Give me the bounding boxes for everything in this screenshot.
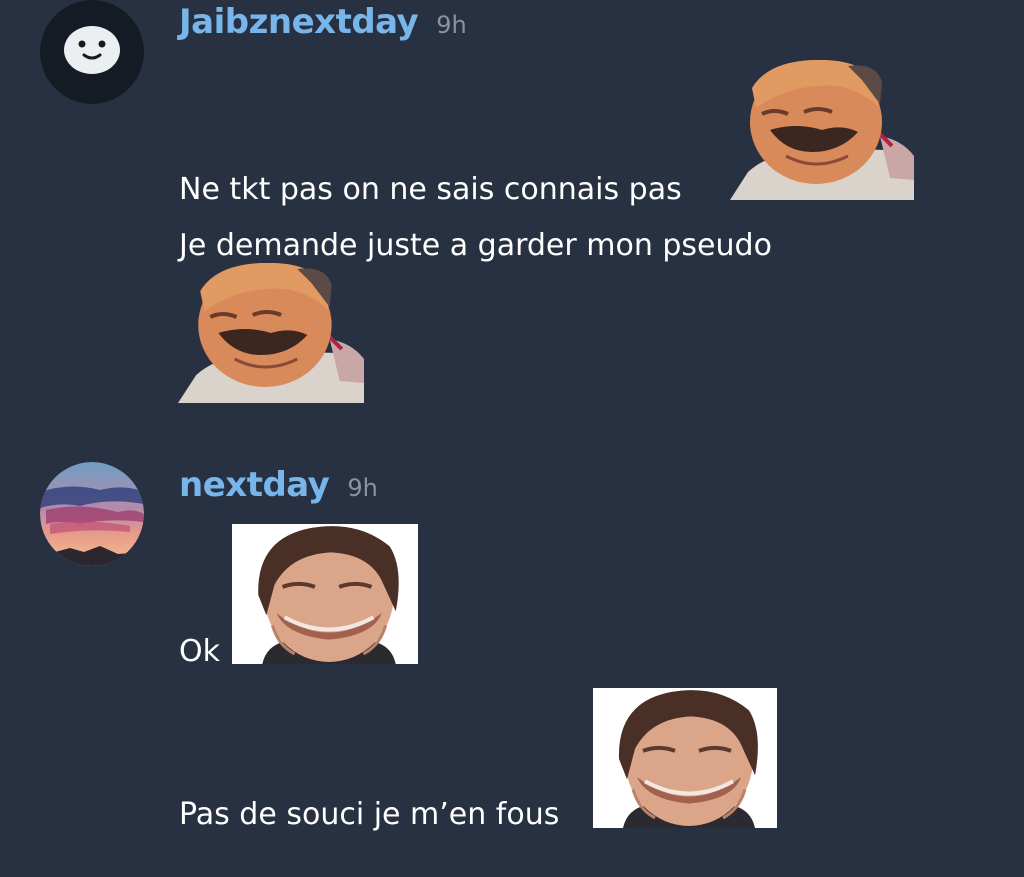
timestamp: 9h (347, 474, 378, 502)
grinning-man-emote (593, 688, 777, 828)
user-avatar[interactable] (40, 0, 144, 104)
user-avatar[interactable] (40, 462, 144, 566)
message-text: Ok (179, 634, 220, 669)
laughing-man-emote (178, 263, 364, 403)
laughing-man-emote (730, 60, 914, 200)
message-header: nextday 9h (179, 465, 378, 505)
chat-feed: Jaibznextday 9h Ne tkt pas on ne sais co… (0, 0, 1024, 877)
grinning-man-emote (232, 524, 418, 664)
message-header: Jaibznextday 9h (179, 2, 467, 42)
username[interactable]: nextday (179, 465, 330, 505)
username[interactable]: Jaibznextday (179, 2, 419, 42)
message-text: Ne tkt pas on ne sais connais pas (179, 172, 682, 207)
message-text: Pas de souci je m’en fous (179, 797, 560, 832)
timestamp: 9h (436, 11, 467, 39)
sunset-sky-avatar (40, 462, 144, 566)
ghost-face-icon (40, 0, 144, 104)
message-text: Je demande juste a garder mon pseudo (179, 228, 772, 263)
